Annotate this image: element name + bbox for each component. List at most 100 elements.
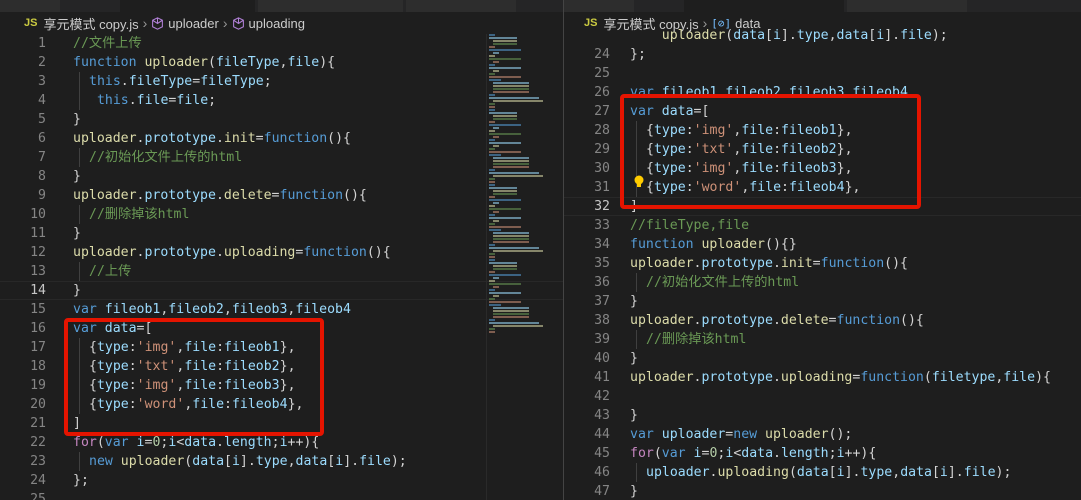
line-number: 36 — [594, 275, 610, 290]
line-number: 43 — [594, 408, 610, 423]
line-number: 3 — [38, 74, 46, 89]
minimap-line — [489, 319, 495, 321]
code-line[interactable]: 4 this.file=file; — [0, 91, 563, 110]
code-line[interactable]: 36 //初始化文件上传的html — [564, 273, 1081, 292]
code-line[interactable]: 15 var fileob1,fileob2,fileob3,fileob4 — [0, 300, 563, 319]
minimap-line — [489, 55, 495, 57]
line-number: 27 — [594, 104, 610, 119]
line-number: 7 — [38, 150, 46, 165]
line-number: 32 — [594, 199, 610, 214]
code-text: }; — [630, 47, 646, 62]
minimap-line — [493, 52, 499, 54]
minimap-line — [489, 187, 517, 189]
line-number: 30 — [594, 161, 610, 176]
code-line[interactable]: 43} — [564, 406, 1081, 425]
minimap-line — [489, 205, 495, 207]
left-editor-pane[interactable]: JS 享元模式 copy.js › uploader › uploading 1… — [0, 0, 563, 500]
code-text: for(var i=0;i<data.length;i++){ — [630, 446, 877, 461]
minimap-line — [489, 112, 517, 114]
editor-tab[interactable] — [847, 0, 967, 12]
minimap-line — [489, 223, 495, 225]
minimap-line — [489, 184, 495, 186]
code-line[interactable]: 8} — [0, 167, 563, 186]
breadcrumb-file[interactable]: 享元模式 copy.js — [43, 14, 138, 33]
editor-tab[interactable] — [406, 0, 516, 12]
minimap-line — [493, 157, 529, 159]
code-line[interactable]: 24}; — [564, 45, 1081, 64]
breadcrumb-function[interactable]: uploader — [168, 16, 219, 31]
code-line[interactable]: 5} — [0, 110, 563, 129]
code-line[interactable]: 47} — [564, 482, 1081, 500]
code-text: } — [630, 294, 638, 309]
code-text: } — [73, 169, 81, 184]
editor-tab[interactable] — [0, 0, 60, 12]
code-line[interactable]: 2 function uploader(fileType,file){ — [0, 53, 563, 72]
code-line[interactable]: 38 uploader.prototype.delete=function(){ — [564, 311, 1081, 330]
minimap-line — [489, 148, 495, 150]
code-line[interactable]: uploader(data[i].type,data[i].file); — [564, 26, 1081, 45]
minimap-line — [489, 139, 495, 141]
editor-tab[interactable] — [564, 0, 634, 12]
code-text: new uploader(data[i].type,data[i].file); — [89, 454, 407, 469]
editor-tab-active[interactable] — [684, 0, 844, 12]
line-number: 1 — [38, 36, 46, 51]
minimap-line — [493, 88, 529, 90]
code-line[interactable]: 42 — [564, 387, 1081, 406]
minimap-line — [489, 196, 495, 198]
editor-tab[interactable] — [258, 0, 403, 12]
code-line[interactable]: 6 uploader.prototype.init=function(){ — [0, 129, 563, 148]
code-line[interactable]: 7 //初始化文件上传的html — [0, 148, 563, 167]
code-line[interactable]: 12 uploader.prototype.uploading=function(… — [0, 243, 563, 262]
code-line[interactable]: 25 — [0, 490, 563, 500]
minimap-line — [489, 103, 495, 105]
minimap-line — [493, 166, 529, 168]
minimap-line — [489, 259, 495, 261]
minimap-line — [489, 199, 521, 201]
line-number: 24 — [30, 473, 46, 488]
right-editor-pane[interactable]: JS 享元模式 copy.js › [⊘] data uploader(data… — [564, 0, 1081, 500]
code-line[interactable]: 39 //删除掉该html — [564, 330, 1081, 349]
code-line[interactable]: 40} — [564, 349, 1081, 368]
code-line[interactable]: 3 this.fileType=fileType; — [0, 72, 563, 91]
line-number: 42 — [594, 389, 610, 404]
code-line[interactable]: 23 new uploader(data[i].type,data[i].file… — [0, 452, 563, 471]
minimap-line — [489, 178, 495, 180]
code-line[interactable]: 13 //上传 — [0, 262, 563, 281]
code-line[interactable]: 25 — [564, 64, 1081, 83]
code-text: uploader.prototype.init=function(){ — [73, 131, 351, 146]
code-line[interactable]: 34 function uploader(){} — [564, 235, 1081, 254]
code-line[interactable]: 44 var uploader=new uploader(); — [564, 425, 1081, 444]
code-line[interactable]: 37} — [564, 292, 1081, 311]
minimap-line — [489, 133, 521, 135]
code-line[interactable]: 45 for(var i=0;i<data.length;i++){ — [564, 444, 1081, 463]
minimap-line — [489, 271, 495, 273]
code-line[interactable]: 14} — [0, 281, 563, 300]
minimap-line — [489, 283, 521, 285]
minimap-line — [493, 70, 499, 72]
minimap-line — [489, 328, 495, 330]
code-line[interactable]: 11} — [0, 224, 563, 243]
minimap-line — [489, 76, 521, 78]
editor-tab-active[interactable] — [120, 0, 255, 12]
minimap-line — [489, 130, 495, 132]
left-tab-strip — [0, 0, 563, 12]
line-number: 10 — [30, 207, 46, 222]
code-line[interactable]: 46 uploader.uploading(data[i].type,data[i… — [564, 463, 1081, 482]
code-text: uploader.prototype.delete=function(){ — [73, 188, 367, 203]
code-line[interactable]: 33 //fileType,file — [564, 216, 1081, 235]
breadcrumb-member[interactable]: uploading — [249, 16, 305, 31]
code-line[interactable]: 24}; — [0, 471, 563, 490]
code-text: //删除掉该html — [646, 332, 747, 347]
code-line[interactable]: 10 //删除掉该html — [0, 205, 563, 224]
code-line[interactable]: 35 uploader.prototype.init=function(){ — [564, 254, 1081, 273]
minimap-line — [493, 295, 499, 297]
minimap-line — [489, 64, 495, 66]
code-line[interactable]: 1 //文件上传 — [0, 34, 563, 53]
code-text: } — [73, 112, 81, 127]
minimap[interactable] — [487, 34, 547, 500]
minimap-line — [489, 172, 539, 174]
code-line[interactable]: 9 uploader.prototype.delete=function(){ — [0, 186, 563, 205]
code-line[interactable]: 41 uploader.prototype.uploading=function(… — [564, 368, 1081, 387]
code-text: function uploader(){} — [630, 237, 797, 252]
line-number: 22 — [30, 435, 46, 450]
